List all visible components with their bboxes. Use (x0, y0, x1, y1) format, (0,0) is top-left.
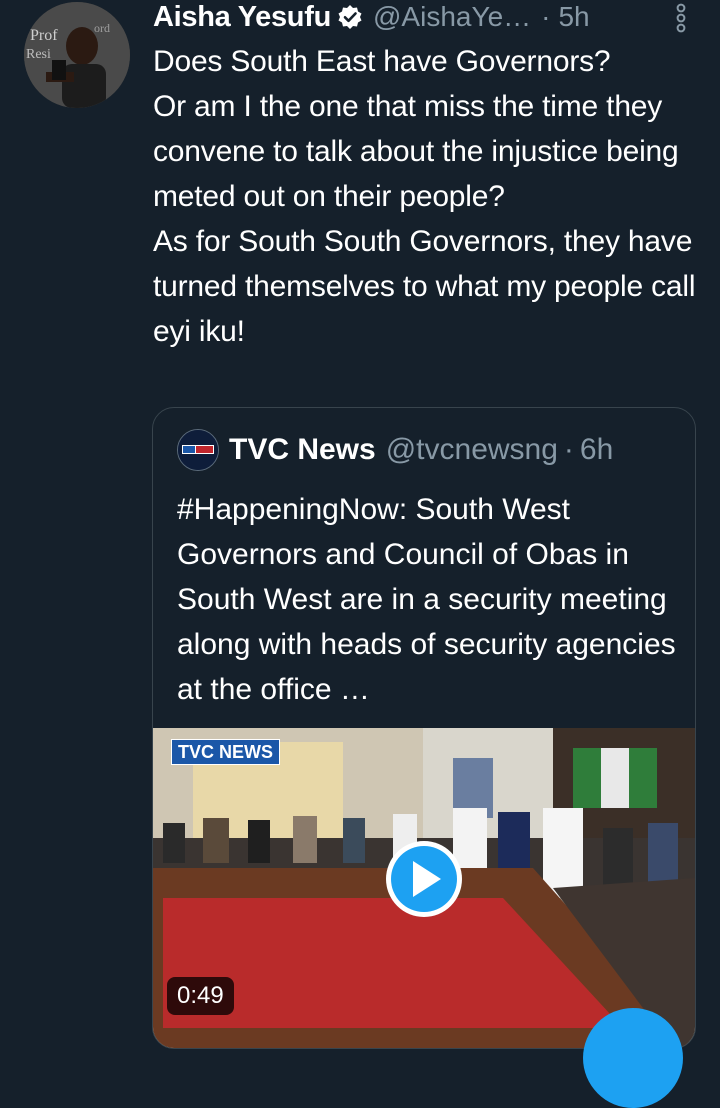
quoted-tweet-body: #HappeningNow: South West Governors and … (177, 493, 676, 706)
tvc-logo-icon (178, 430, 218, 470)
video-duration: 0:49 (167, 977, 234, 1015)
compose-tweet-button[interactable] (583, 1008, 683, 1108)
video-thumbnail[interactable]: TVC NEWS 0:49 (153, 728, 695, 1048)
channel-logo-overlay: TVC NEWS (171, 739, 281, 765)
quoted-author-handle[interactable]: @tvcnewsng (386, 433, 558, 467)
verified-badge-icon (338, 5, 362, 29)
quoted-tweet-header: TVC News @tvcnewsng · 6h (177, 428, 613, 472)
more-options-icon[interactable] (674, 2, 688, 34)
tweet-body: Does South East have Governors? Or am I … (153, 45, 696, 348)
author-name[interactable]: Aisha Yesufu (153, 1, 331, 34)
author-handle[interactable]: @AishaYe… (373, 1, 531, 33)
svg-text:Prof: Prof (30, 27, 58, 44)
svg-text:ord: ord (94, 21, 110, 35)
quoted-separator-dot: · (563, 433, 574, 466)
play-icon (413, 861, 441, 897)
quoted-author-avatar[interactable] (177, 429, 219, 471)
quoted-timestamp[interactable]: 6h (580, 433, 613, 467)
tweet-header: Aisha Yesufu @AishaYe… · 5h (153, 0, 693, 34)
author-avatar[interactable]: Prof Resi ord (24, 2, 130, 108)
quoted-author-name[interactable]: TVC News (229, 433, 376, 467)
svg-text:Resi: Resi (26, 47, 51, 62)
play-button[interactable] (386, 841, 462, 917)
tweet-timestamp[interactable]: 5h (558, 1, 589, 33)
quoted-tweet-card[interactable]: TVC News @tvcnewsng · 6h #HappeningNow: … (152, 407, 696, 1049)
separator-dot: · (541, 1, 551, 32)
